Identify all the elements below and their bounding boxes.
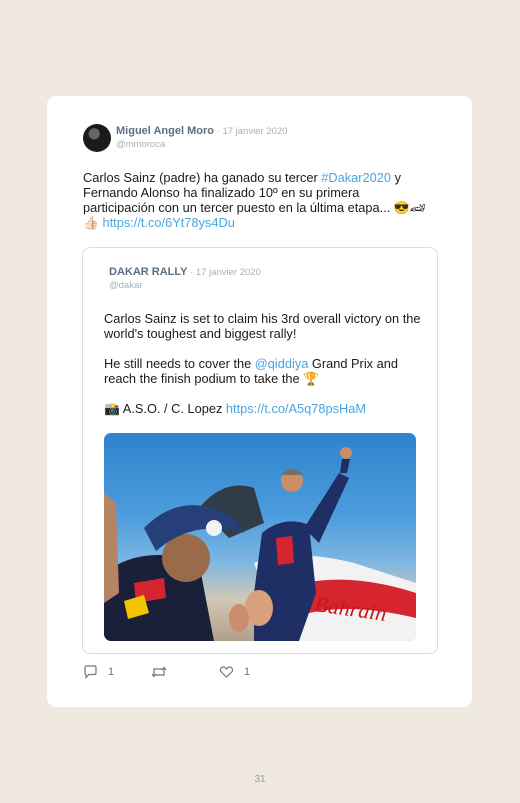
page-number: 31 bbox=[254, 774, 266, 785]
reply-icon bbox=[84, 665, 97, 679]
reply-count: 1 bbox=[108, 666, 115, 678]
quote-author-line: DAKAR RALLY · 17 janvier 2020 bbox=[109, 266, 261, 278]
avatar[interactable] bbox=[83, 124, 111, 152]
tweet-text: Carlos Sainz (padre) ha ganado su tercer… bbox=[83, 170, 428, 230]
photo-illustration: Bahrain bbox=[104, 447, 416, 641]
quote-text: Carlos Sainz is set to claim his 3rd ove… bbox=[104, 311, 424, 431]
quote-date[interactable]: 17 janvier 2020 bbox=[196, 267, 261, 278]
like-count: 1 bbox=[244, 666, 251, 678]
tweet-text-part: 👍🏻 bbox=[83, 215, 103, 230]
quoted-tweet[interactable]: DAKAR RALLY · 17 janvier 2020 @dakar Car… bbox=[82, 247, 438, 654]
tweet-text-part: Carlos Sainz (padre) ha ganado su tercer bbox=[83, 170, 322, 185]
tweet-card: Miguel Angel Moro · 17 janvier 2020 @mmo… bbox=[47, 96, 472, 707]
tweet-photo[interactable]: Bahrain bbox=[104, 433, 416, 641]
tweet-link[interactable]: https://t.co/6Yt78ys4Du bbox=[103, 215, 235, 230]
photo-link[interactable]: https://t.co/A5q78psHaM bbox=[226, 401, 366, 416]
retweet-action[interactable] bbox=[151, 662, 167, 682]
author-handle[interactable]: @mmoroca bbox=[116, 139, 165, 150]
like-action[interactable]: 1 bbox=[219, 662, 250, 682]
quote-paragraph: 📸 A.S.O. / C. Lopez https://t.co/A5q78ps… bbox=[104, 401, 424, 416]
tweet-actions: 1 1 bbox=[83, 662, 383, 682]
tweet-author-line: Miguel Angel Moro · 17 janvier 2020 bbox=[116, 125, 287, 137]
quote-handle[interactable]: @dakar bbox=[109, 280, 142, 291]
quote-paragraph: Carlos Sainz is set to claim his 3rd ove… bbox=[104, 311, 421, 341]
hashtag-link[interactable]: #Dakar2020 bbox=[321, 170, 391, 185]
quote-text-part: 📸 A.S.O. / C. Lopez bbox=[104, 401, 226, 416]
mention-link[interactable]: @qiddiya bbox=[255, 356, 309, 371]
reply-action[interactable]: 1 bbox=[83, 662, 114, 682]
quote-author-name[interactable]: DAKAR RALLY bbox=[109, 266, 187, 278]
author-name[interactable]: Miguel Angel Moro bbox=[116, 125, 214, 137]
date-separator: · bbox=[187, 267, 196, 278]
heart-icon bbox=[219, 666, 234, 678]
tweet-date[interactable]: 17 janvier 2020 bbox=[222, 126, 287, 137]
retweet-icon bbox=[151, 666, 167, 678]
quote-paragraph: He still needs to cover the @qiddiya Gra… bbox=[104, 356, 424, 386]
quote-text-part: He still needs to cover the bbox=[104, 356, 255, 371]
